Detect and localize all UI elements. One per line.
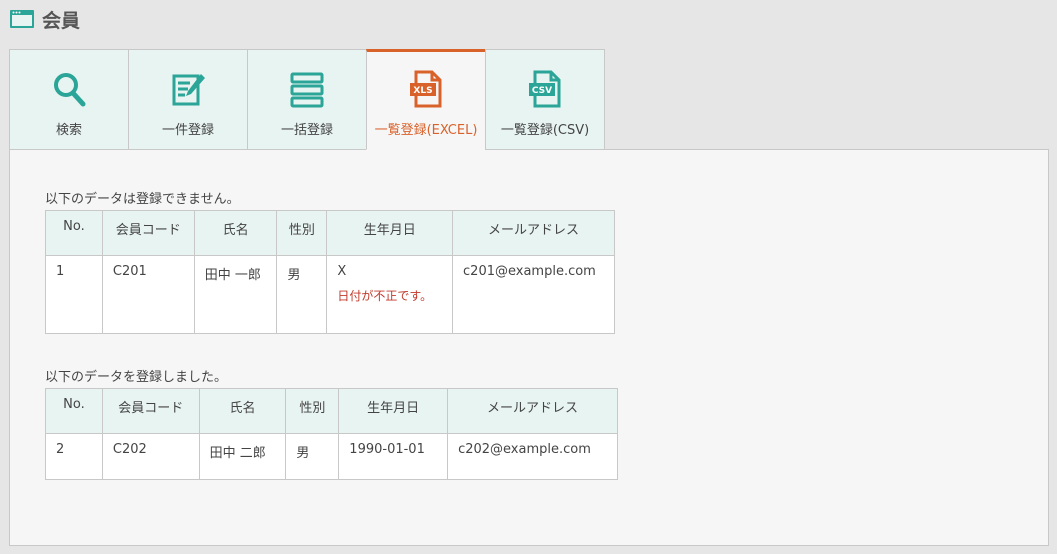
col-email: メールアドレス <box>447 388 618 434</box>
search-icon <box>54 73 86 107</box>
col-gender: 性別 <box>276 210 328 256</box>
csv-file-icon: CSV <box>529 70 561 108</box>
tab-label: 一覧登録(CSV) <box>500 123 590 138</box>
tab-bulk-register[interactable]: 一括登録 <box>247 49 367 150</box>
edit-icon <box>172 74 205 106</box>
col-no: No. <box>45 388 103 434</box>
cell-email: c202@example.com <box>447 433 618 480</box>
tab-label: 一覧登録(EXCEL) <box>374 123 478 138</box>
cell-no: 1 <box>45 255 103 334</box>
cell-email: c201@example.com <box>452 255 615 334</box>
failed-table: No. 会員コード 氏名 性別 生年月日 メールアドレス 1 C201 田中 一… <box>45 210 615 334</box>
tab-search[interactable]: 検索 <box>9 49 129 150</box>
failed-message: 以下のデータは登録できません。 <box>45 192 240 207</box>
table-header-row: No. 会員コード 氏名 性別 生年月日 メールアドレス <box>45 388 618 434</box>
birthdate-value: X <box>337 264 347 279</box>
cell-birthdate: X 日付が不正です。 <box>326 255 454 334</box>
cell-gender: 男 <box>285 433 340 480</box>
tab-excel-register[interactable]: XLS 一覧登録(EXCEL) <box>366 49 486 150</box>
cell-birthdate: 1990-01-01 <box>338 433 449 480</box>
page-title: 会員 <box>42 9 81 32</box>
list-icon <box>290 72 324 108</box>
col-birthdate: 生年月日 <box>338 388 449 434</box>
table-header-row: No. 会員コード 氏名 性別 生年月日 メールアドレス <box>45 210 615 256</box>
xls-file-icon: XLS <box>410 70 442 108</box>
col-email: メールアドレス <box>452 210 615 256</box>
cell-member-code: C202 <box>101 433 200 480</box>
cell-no: 2 <box>45 433 103 480</box>
table-row: 2 C202 田中 二郎 男 1990-01-01 c202@example.c… <box>45 433 618 480</box>
cell-name: 田中 一郎 <box>193 255 278 334</box>
page-header: 会員 <box>10 6 80 32</box>
col-member-code: 会員コード <box>101 210 195 256</box>
tab-label: 検索 <box>55 123 82 138</box>
col-birthdate: 生年月日 <box>326 210 454 256</box>
col-name: 氏名 <box>198 388 287 434</box>
cell-member-code: C201 <box>101 255 195 334</box>
col-no: No. <box>45 210 103 256</box>
tab-bar: 検索 一件登録 一括登録 XLS 一覧登録(EXCEL) CSV 一覧登録(CS… <box>9 49 605 150</box>
result-panel: 以下のデータは登録できません。 No. 会員コード 氏名 性別 生年月日 メール… <box>9 149 1049 546</box>
cell-name: 田中 二郎 <box>198 433 287 480</box>
success-message: 以下のデータを登録しました。 <box>45 370 228 385</box>
window-icon <box>10 10 34 28</box>
tab-single-register[interactable]: 一件登録 <box>128 49 248 150</box>
error-message: 日付が不正です。 <box>337 289 433 303</box>
col-name: 氏名 <box>193 210 278 256</box>
tab-csv-register[interactable]: CSV 一覧登録(CSV) <box>485 49 605 150</box>
cell-gender: 男 <box>276 255 328 334</box>
svg-text:CSV: CSV <box>532 86 552 96</box>
tab-label: 一件登録 <box>161 123 214 138</box>
col-gender: 性別 <box>285 388 340 434</box>
col-member-code: 会員コード <box>101 388 200 434</box>
tab-label: 一括登録 <box>280 123 333 138</box>
svg-text:XLS: XLS <box>413 86 432 96</box>
success-table: No. 会員コード 氏名 性別 生年月日 メールアドレス 2 C202 田中 二… <box>45 388 618 480</box>
table-row: 1 C201 田中 一郎 男 X 日付が不正です。 c201@example.c… <box>45 255 615 334</box>
